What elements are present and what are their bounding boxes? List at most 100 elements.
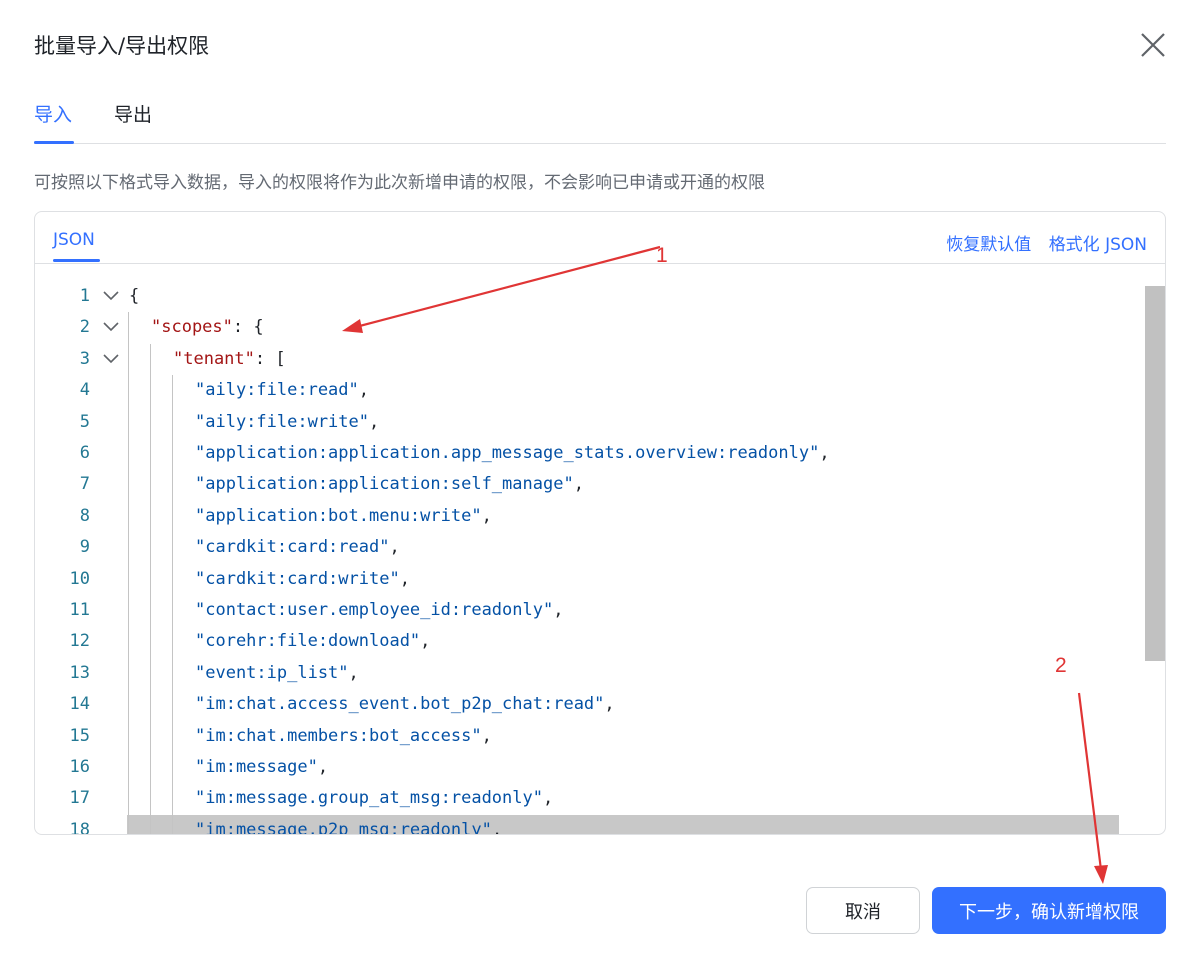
json-key: "scopes": [151, 317, 233, 338]
code-text: "application:application:self_manage",: [195, 469, 584, 500]
code-text: "aily:file:read",: [195, 375, 369, 406]
code-line: 18 "im:message.p2p_msg:readonly",: [35, 815, 1119, 835]
code-text: "application:bot.menu:write",: [195, 501, 492, 532]
line-number: 17: [69, 788, 90, 809]
json-punctuation: ,: [481, 725, 492, 746]
json-punctuation: ,: [481, 505, 492, 526]
annotation-label-2: 2: [1055, 654, 1067, 677]
json-editor-card: JSON 恢复默认值 格式化 JSON 1{2 "scopes": {3 "tena…: [34, 211, 1166, 835]
code-editor[interactable]: 1{2 "scopes": {3 "tenant": [4 "aily:file:re…: [35, 265, 1145, 835]
tab-export[interactable]: 导出: [114, 100, 152, 127]
code-text: "application:application.app_message_sta…: [195, 438, 830, 469]
json-punctuation: ,: [399, 568, 410, 589]
json-string: "application:bot.menu:write": [195, 505, 482, 526]
indent-guide: [150, 343, 151, 834]
code-text: "scopes": {: [151, 312, 264, 343]
json-punctuation: : [: [254, 348, 286, 369]
code-text: "tenant": [: [173, 344, 286, 375]
code-line: 15 "im:chat.members:bot_access",: [35, 721, 1119, 752]
code-text: "im:message.p2p_msg:readonly",: [195, 815, 502, 834]
tab-json[interactable]: JSON: [53, 230, 95, 250]
close-icon[interactable]: [1138, 30, 1168, 60]
json-string: "aily:file:write": [195, 411, 369, 432]
code-line: 2 "scopes": {: [35, 312, 1119, 343]
indent-guide: [172, 375, 173, 834]
line-number: 12: [69, 631, 90, 652]
indent-guide: [128, 312, 129, 834]
json-string: "application:application.app_message_sta…: [195, 443, 820, 463]
line-number: 14: [69, 694, 90, 715]
code-line: 17 "im:message.group_at_msg:readonly",: [35, 783, 1119, 814]
code-text: "corehr:file:download",: [195, 626, 430, 657]
json-string: "im:message": [195, 757, 318, 777]
json-string: "im:chat.access_event.bot_p2p_chat:read": [195, 694, 605, 715]
code-text: "event:ip_list",: [195, 658, 359, 689]
json-punctuation: ,: [420, 631, 431, 652]
code-text: "im:chat.access_event.bot_p2p_chat:read"…: [195, 689, 615, 720]
json-punctuation: ,: [543, 788, 554, 809]
line-number: 8: [79, 505, 90, 526]
active-tab-indicator: [34, 141, 74, 144]
line-number: 9: [79, 537, 90, 558]
fold-chevron-icon[interactable]: [101, 281, 123, 312]
tab-import[interactable]: 导入: [34, 100, 72, 127]
json-key: "tenant": [173, 348, 255, 369]
json-string: "cardkit:card:read": [195, 537, 390, 558]
json-string: "im:chat.members:bot_access": [195, 725, 482, 746]
line-number: 18: [69, 819, 90, 835]
dialog-title: 批量导入/导出权限: [34, 34, 210, 58]
code-line: 10 "cardkit:card:write",: [35, 564, 1119, 595]
code-text: "cardkit:card:write",: [195, 564, 410, 595]
json-string: "cardkit:card:write": [195, 568, 400, 589]
code-line: 1{: [35, 281, 1119, 312]
json-string: "corehr:file:download": [195, 631, 421, 652]
json-string: "aily:file:read": [195, 380, 359, 401]
editor-scrollbar[interactable]: [1145, 286, 1165, 661]
json-punctuation: : {: [232, 317, 264, 338]
line-number: 7: [79, 474, 90, 495]
tab-bar: 导入 导出: [34, 96, 1166, 144]
code-text: "aily:file:write",: [195, 407, 379, 438]
json-punctuation: ,: [389, 537, 400, 558]
line-number: 16: [69, 757, 90, 777]
json-punctuation: ,: [369, 411, 380, 432]
json-tab-indicator: [53, 259, 100, 262]
code-line: 4 "aily:file:read",: [35, 375, 1119, 406]
line-number: 4: [79, 380, 90, 401]
line-number: 15: [69, 725, 90, 746]
code-line: 12 "corehr:file:download",: [35, 626, 1119, 657]
code-line: 6 "application:application.app_message_st…: [35, 438, 1119, 469]
format-json-link[interactable]: 格式化 JSON: [1049, 235, 1147, 255]
code-line: 16 "im:message",: [35, 752, 1119, 783]
code-line: 7 "application:application:self_manage",: [35, 469, 1119, 500]
confirm-next-button[interactable]: 下一步，确认新增权限: [932, 887, 1166, 934]
editor-actions: 恢复默认值 格式化 JSON: [934, 230, 1147, 255]
json-punctuation: ,: [604, 694, 615, 715]
fold-chevron-icon[interactable]: [101, 312, 123, 343]
code-text: "contact:user.employee_id:readonly",: [195, 595, 563, 626]
editor-header: JSON 恢复默认值 格式化 JSON: [35, 212, 1165, 264]
code-line: 5 "aily:file:write",: [35, 407, 1119, 438]
code-text: "cardkit:card:read",: [195, 532, 400, 563]
json-string: "event:ip_list": [195, 662, 349, 683]
json-punctuation: ,: [553, 600, 564, 620]
line-number: 10: [69, 568, 90, 589]
line-number: 6: [79, 443, 90, 463]
json-string: "im:message.group_at_msg:readonly": [195, 788, 543, 809]
annotation-label-1: 1: [656, 244, 668, 267]
line-number: 1: [79, 286, 90, 306]
import-description: 可按照以下格式导入数据，导入的权限将作为此次新增申请的权限，不会影响已申请或开通…: [34, 173, 765, 193]
code-text: "im:message.group_at_msg:readonly",: [195, 783, 553, 814]
code-line: 3 "tenant": [: [35, 344, 1119, 375]
cancel-button[interactable]: 取消: [806, 887, 920, 934]
code-text: "im:chat.members:bot_access",: [195, 721, 492, 752]
line-number: 13: [69, 662, 90, 683]
fold-chevron-icon[interactable]: [101, 344, 123, 375]
line-number: 2: [79, 317, 90, 338]
code-line: 8 "application:bot.menu:write",: [35, 501, 1119, 532]
reset-default-link[interactable]: 恢复默认值: [946, 235, 1031, 255]
code-line: 13 "event:ip_list",: [35, 658, 1119, 689]
code-text: "im:message",: [195, 752, 328, 783]
line-number: 11: [69, 600, 90, 620]
code-line: 11 "contact:user.employee_id:readonly",: [35, 595, 1119, 626]
